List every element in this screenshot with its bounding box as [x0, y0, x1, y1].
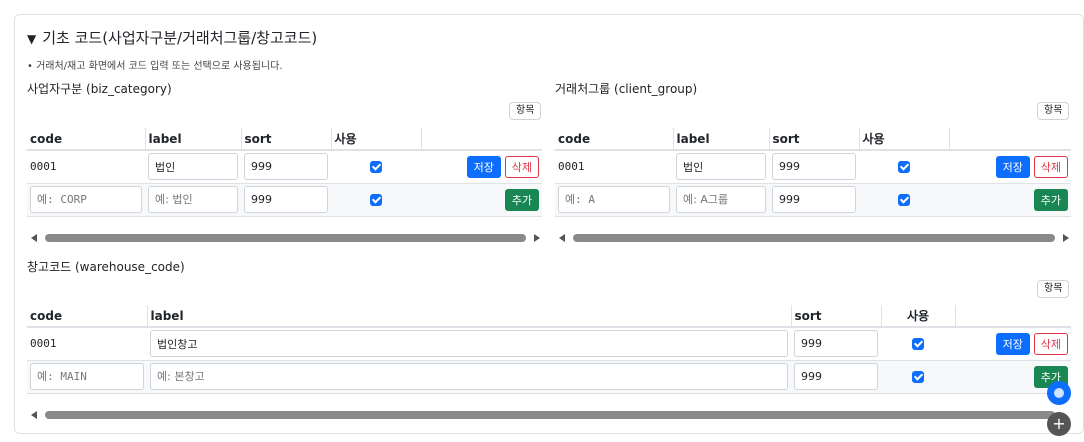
- label-input[interactable]: [148, 153, 238, 181]
- warehouse-columns-button[interactable]: 항목: [1037, 280, 1070, 298]
- row-code: 0001: [555, 150, 673, 184]
- basic-codes-card: ▼ 기초 코드(사업자구분/거래처그룹/창고코드) • 거래처/재고 화면에서 코…: [14, 14, 1084, 434]
- new-row: 추가: [27, 360, 1071, 394]
- col-header-code: code: [27, 128, 146, 151]
- col-header-use: 사용: [859, 128, 950, 151]
- scroll-left-icon[interactable]: [559, 234, 565, 242]
- warehouse-horizontal-scrollbar[interactable]: [29, 410, 1071, 420]
- scroll-right-icon[interactable]: [534, 234, 540, 242]
- col-header-code: code: [27, 305, 148, 328]
- table-row: 0001 저장 삭제: [27, 150, 542, 184]
- save-button[interactable]: 저장: [995, 155, 1030, 178]
- new-code-input[interactable]: [558, 186, 670, 213]
- new-label-input[interactable]: [148, 186, 238, 213]
- section-hint: • 거래처/재고 화면에서 코드 입력 또는 선택으로 사용됩니다.: [27, 61, 283, 72]
- new-label-input[interactable]: [676, 186, 766, 213]
- sort-input[interactable]: [772, 153, 856, 181]
- sort-input[interactable]: [794, 330, 878, 358]
- new-row: 추가: [27, 183, 542, 217]
- client-table-title: 거래처그룹 (client_group): [555, 82, 698, 96]
- new-sort-input[interactable]: [244, 186, 328, 213]
- col-header-label: label: [145, 128, 242, 151]
- biz-table-title: 사업자구분 (biz_category): [27, 82, 172, 96]
- col-header-sort: sort: [241, 128, 332, 151]
- col-header-code: code: [555, 128, 674, 151]
- client-horizontal-scrollbar[interactable]: [557, 233, 1071, 243]
- biz-table: code label sort 사용 0001 저장 삭제: [27, 128, 542, 217]
- new-sort-input[interactable]: [772, 186, 856, 213]
- new-use-checkbox[interactable]: [912, 371, 924, 383]
- delete-button[interactable]: 삭제: [1033, 332, 1068, 355]
- warehouse-table: code label sort 사용 0001 저장 삭제: [27, 305, 1071, 394]
- col-header-actions: [421, 128, 542, 151]
- floating-add-button[interactable]: +: [1047, 412, 1071, 436]
- scroll-thumb[interactable]: [45, 411, 1055, 419]
- use-checkbox[interactable]: [898, 161, 910, 174]
- row-code: 0001: [27, 150, 145, 184]
- delete-button[interactable]: 삭제: [504, 155, 539, 178]
- new-row: 추가: [555, 183, 1071, 217]
- scroll-thumb[interactable]: [45, 234, 526, 242]
- sort-input[interactable]: [244, 153, 328, 181]
- new-code-input[interactable]: [30, 363, 144, 390]
- table-row: 0001 저장 삭제: [27, 327, 1071, 361]
- scroll-left-icon[interactable]: [31, 411, 37, 419]
- delete-button[interactable]: 삭제: [1033, 155, 1068, 178]
- label-input[interactable]: [150, 330, 788, 358]
- col-header-label: label: [673, 128, 770, 151]
- save-button[interactable]: 저장: [995, 332, 1030, 355]
- scroll-right-icon[interactable]: [1063, 234, 1069, 242]
- col-header-actions: [949, 128, 1071, 151]
- col-header-label: label: [147, 305, 792, 328]
- biz-columns-button[interactable]: 항목: [509, 102, 542, 120]
- new-sort-input[interactable]: [794, 363, 878, 390]
- label-input[interactable]: [676, 153, 766, 181]
- new-use-checkbox[interactable]: [370, 194, 382, 206]
- table-row: 0001 저장 삭제: [555, 150, 1071, 184]
- col-header-actions: [955, 305, 1071, 328]
- add-button[interactable]: 추가: [1033, 188, 1068, 211]
- save-button[interactable]: 저장: [466, 155, 501, 178]
- new-label-input[interactable]: [150, 363, 788, 390]
- floating-chat-button[interactable]: [1047, 381, 1071, 405]
- row-code: 0001: [27, 327, 147, 361]
- scroll-left-icon[interactable]: [31, 234, 37, 242]
- col-header-use: 사용: [881, 305, 956, 328]
- section-title[interactable]: ▼ 기초 코드(사업자구분/거래처그룹/창고코드): [27, 27, 317, 48]
- client-table: code label sort 사용 0001 저장 삭제: [555, 128, 1071, 217]
- new-use-checkbox[interactable]: [898, 194, 910, 206]
- scroll-thumb[interactable]: [573, 234, 1055, 242]
- new-code-input[interactable]: [30, 186, 142, 213]
- use-checkbox[interactable]: [912, 338, 924, 351]
- collapse-caret-icon[interactable]: ▼: [27, 32, 36, 46]
- col-header-use: 사용: [331, 128, 422, 151]
- col-header-sort: sort: [791, 305, 882, 328]
- warehouse-table-title: 창고코드 (warehouse_code): [27, 260, 185, 274]
- section-title-text: 기초 코드(사업자구분/거래처그룹/창고코드): [42, 29, 318, 47]
- client-columns-button[interactable]: 항목: [1037, 102, 1070, 120]
- biz-horizontal-scrollbar[interactable]: [29, 233, 542, 243]
- col-header-sort: sort: [769, 128, 860, 151]
- use-checkbox[interactable]: [370, 161, 382, 174]
- add-button[interactable]: 추가: [504, 188, 539, 211]
